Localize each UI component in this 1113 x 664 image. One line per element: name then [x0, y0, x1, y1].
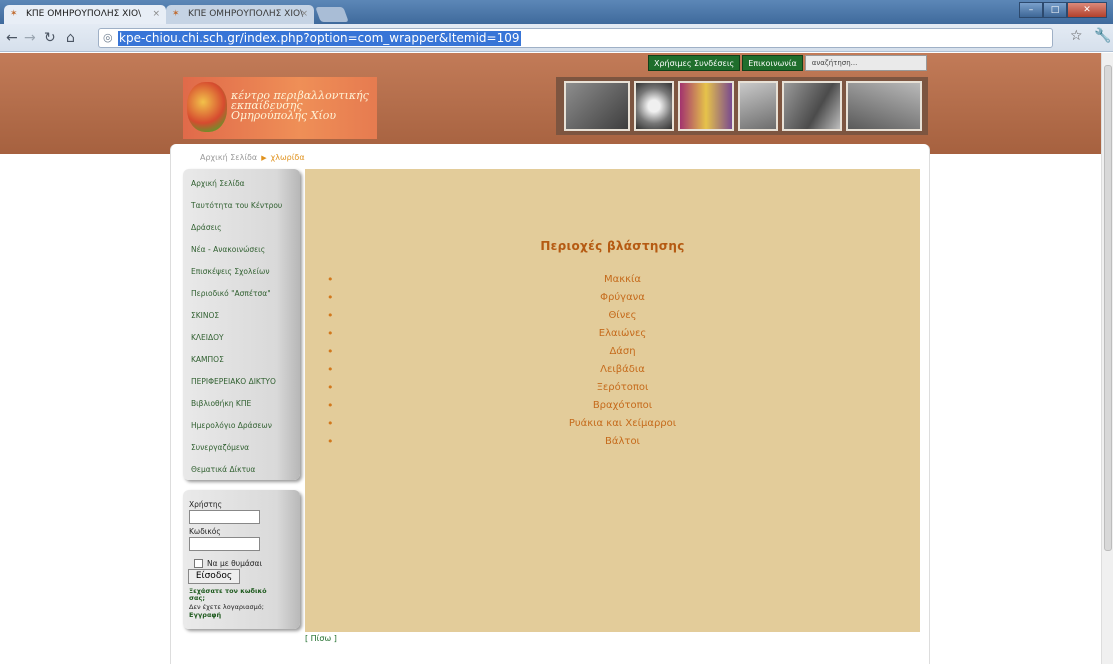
login-box: Χρήστης Κωδικός Να με θυμάσαι Είσοδος Ξε…	[183, 490, 300, 629]
menu-item-kleidou[interactable]: ΚΛΕΙΔΟΥ	[191, 331, 224, 345]
header-photo-strip	[556, 77, 928, 135]
menu-item-skinos[interactable]: ΣΚΙΝΟΣ	[191, 309, 219, 323]
page-title: Περιοχές βλάστησης	[540, 239, 685, 253]
login-button[interactable]: Είσοδος	[188, 569, 240, 584]
contact-link[interactable]: Επικοινωνία	[742, 55, 803, 71]
list-item: Μακκία	[325, 271, 920, 289]
header-photo	[634, 81, 674, 131]
header-photo	[846, 81, 922, 131]
list-item: Βραχότοποι	[325, 397, 920, 415]
new-tab-button[interactable]	[315, 7, 349, 22]
back-arrow-icon[interactable]: ←	[6, 29, 18, 47]
menu-item-library[interactable]: Βιβλιοθήκη ΚΠΕ	[191, 397, 251, 411]
forward-arrow-icon[interactable]: →	[24, 29, 36, 47]
menu-item-actions[interactable]: Δράσεις	[191, 221, 222, 235]
main-menu: Αρχική Σελίδα Ταυτότητα του Κέντρου Δράσ…	[183, 169, 300, 480]
maximize-icon[interactable]: □	[1043, 2, 1067, 18]
tab-label: ΚΠΕ ΟΜΗΡΟΥΠΟΛΗΣ ΧΙΟ\	[188, 9, 304, 19]
top-navigation: Χρήσιμες Συνδέσεις Επικοινωνία αναζήτηση…	[648, 55, 927, 71]
list-item: Λειβάδια	[325, 361, 920, 379]
menu-item-thematic-networks[interactable]: Θεματικά Δίκτυα	[191, 463, 255, 477]
site-header: Χρήσιμες Συνδέσεις Επικοινωνία αναζήτηση…	[0, 53, 1101, 154]
register-link[interactable]: Εγγραφή	[189, 612, 221, 619]
menu-item-regional-network[interactable]: ΠΕΡΙΦΕΡΕΙΑΚΟ ΔΙΚΤΥΟ	[191, 375, 276, 389]
username-label: Χρήστης	[189, 500, 223, 509]
site-favicon-icon: ✶	[10, 9, 18, 19]
tab-close-icon[interactable]: ×	[300, 5, 308, 24]
logo-emblem-icon	[187, 82, 227, 132]
list-item: Ρυάκια και Χείμαρροι	[325, 415, 920, 433]
site-favicon-icon: ✶	[172, 9, 180, 19]
password-input[interactable]	[189, 537, 260, 551]
tab-label: ΚΠΕ ΟΜΗΡΟΥΠΟΛΗΣ ΧΙΟ\	[26, 9, 142, 19]
search-input[interactable]: αναζήτηση...	[804, 55, 927, 71]
list-item: Δάση	[325, 343, 920, 361]
menu-item-home[interactable]: Αρχική Σελίδα	[191, 177, 245, 191]
vegetation-list: Μακκία Φρύγανα Θίνες Ελαιώνες Δάση Λειβά…	[325, 271, 920, 451]
forgot-line-2: σας;	[189, 594, 205, 602]
browser-toolbar: ← → ↻ ⌂ ◎ kpe-chiou.chi.sch.gr/index.php…	[0, 24, 1113, 52]
window-controls: – □ ✕	[1019, 2, 1107, 18]
breadcrumb-current: χλωρίδα	[270, 153, 305, 162]
page-scrollbar[interactable]	[1101, 53, 1113, 664]
username-input[interactable]	[189, 510, 260, 524]
logo-line-3: Ομηρούπολης Χίου	[231, 109, 337, 122]
site-logo[interactable]: κέντρο περιβαλλοντικής εκπαίδευσης Ομηρο…	[183, 77, 377, 139]
password-label: Κωδικός	[189, 527, 221, 536]
menu-item-magazine[interactable]: Περιοδικό "Ασπέτσα"	[191, 287, 271, 301]
content-panel: Περιοχές βλάστησης Μακκία Φρύγανα Θίνες …	[305, 169, 920, 632]
page-info-icon[interactable]: ◎	[103, 31, 113, 44]
tab-inactive[interactable]: ✶ ΚΠΕ ΟΜΗΡΟΥΠΟΛΗΣ ΧΙΟ\ ×	[166, 5, 314, 24]
address-bar[interactable]: ◎ kpe-chiou.chi.sch.gr/index.php?option=…	[98, 28, 1053, 48]
scrollbar-thumb[interactable]	[1104, 65, 1112, 551]
menu-item-partners[interactable]: Συνεργαζόμενα	[191, 441, 249, 455]
reload-icon[interactable]: ↻	[44, 29, 56, 47]
bookmark-star-icon[interactable]: ☆	[1070, 28, 1083, 44]
minimize-icon[interactable]: –	[1019, 2, 1043, 18]
menu-item-identity[interactable]: Ταυτότητα του Κέντρου	[191, 199, 282, 213]
list-item: Ελαιώνες	[325, 325, 920, 343]
tab-close-icon[interactable]: ×	[152, 5, 160, 24]
breadcrumb-arrow-icon: ▶	[261, 154, 267, 162]
wrench-menu-icon[interactable]: 🔧	[1094, 28, 1111, 44]
back-link[interactable]: [ Πίσω ]	[305, 634, 337, 643]
close-window-icon[interactable]: ✕	[1067, 2, 1107, 18]
tab-active[interactable]: ✶ ΚΠΕ ΟΜΗΡΟΥΠΟΛΗΣ ΧΙΟ\ ×	[4, 5, 166, 24]
list-item: Ξερότοποι	[325, 379, 920, 397]
browser-titlebar: ✶ ΚΠΕ ΟΜΗΡΟΥΠΟΛΗΣ ΧΙΟ\ × ✶ ΚΠΕ ΟΜΗΡΟΥΠΟΛ…	[0, 0, 1113, 24]
breadcrumb: Αρχική Σελίδα ▶ χλωρίδα	[200, 153, 305, 162]
header-photo	[738, 81, 778, 131]
header-photo	[564, 81, 630, 131]
header-photo	[678, 81, 734, 131]
menu-item-calendar[interactable]: Ημερολόγιο Δράσεων	[191, 419, 272, 433]
menu-item-news[interactable]: Νέα - Ανακοινώσεις	[191, 243, 265, 257]
remember-checkbox[interactable]	[194, 559, 203, 568]
menu-item-kampos[interactable]: ΚΑΜΠΟΣ	[191, 353, 224, 367]
list-item: Βάλτοι	[325, 433, 920, 451]
breadcrumb-home-link[interactable]: Αρχική Σελίδα	[200, 153, 257, 162]
home-icon[interactable]: ⌂	[66, 29, 75, 47]
header-photo	[782, 81, 842, 131]
remember-label: Να με θυμάσαι	[207, 559, 263, 568]
useful-links-link[interactable]: Χρήσιμες Συνδέσεις	[648, 55, 741, 71]
list-item: Θίνες	[325, 307, 920, 325]
no-account-text: Δεν έχετε λογαριασμό;	[189, 603, 264, 611]
menu-item-school-visits[interactable]: Επισκέψεις Σχολείων	[191, 265, 270, 279]
list-item: Φρύγανα	[325, 289, 920, 307]
url-text[interactable]: kpe-chiou.chi.sch.gr/index.php?option=co…	[118, 31, 521, 46]
forgot-password-link[interactable]: Ξεχάσατε τον κωδικό σας;	[189, 588, 267, 602]
